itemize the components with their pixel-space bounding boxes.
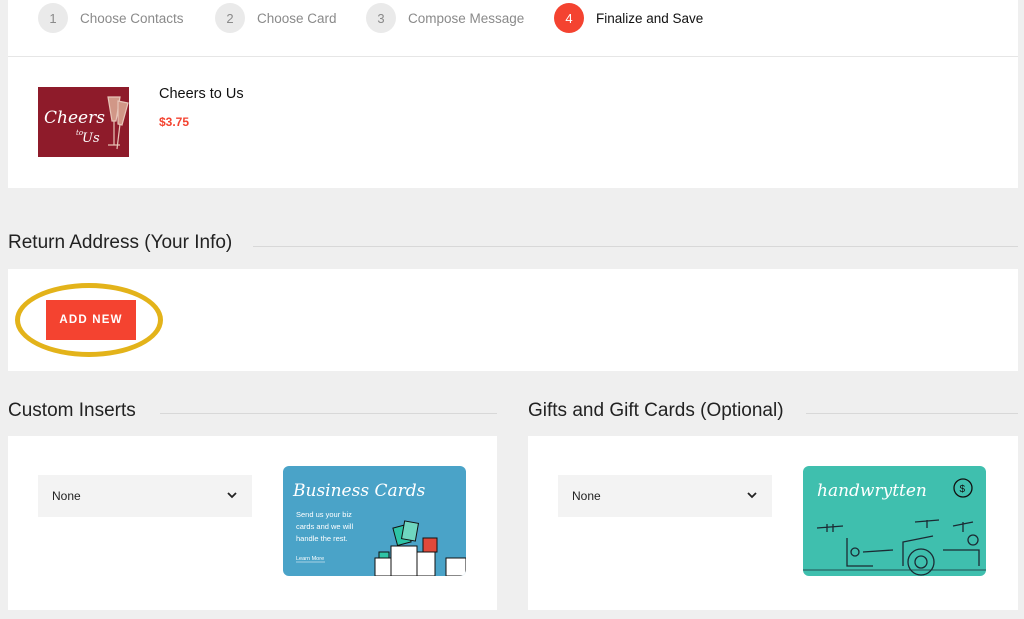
promo-title: Business Cards <box>292 481 426 501</box>
return-address-heading: Return Address (Your Info) <box>8 232 233 253</box>
step-number: 1 <box>38 3 68 33</box>
step-label: Choose Contacts <box>80 10 184 26</box>
gifts-heading: Gifts and Gift Cards (Optional) <box>528 400 784 421</box>
dollar-sign: $ <box>960 484 966 495</box>
section-divider <box>253 246 1018 247</box>
section-divider <box>806 413 1018 414</box>
highlight-annotation <box>15 283 163 357</box>
step-label: Choose Card <box>257 10 337 26</box>
select-value: None <box>572 489 601 503</box>
promo-body-line: cards and we will <box>296 522 353 531</box>
card-thumbnail: Cheers to Us <box>38 87 129 157</box>
step-number: 4 <box>554 3 584 33</box>
step-number: 3 <box>366 3 396 33</box>
order-summary-card: 1 Choose Contacts 2 Choose Card 3 Compos… <box>8 0 1018 188</box>
step-number: 2 <box>215 3 245 33</box>
promo-learn-more-link: Learn More <box>296 556 324 562</box>
step-label: Finalize and Save <box>596 10 704 26</box>
section-divider <box>160 413 497 414</box>
chevron-down-icon <box>747 492 757 499</box>
handwrytten-gift-card-promo[interactable]: handwrytten $ <box>803 466 986 576</box>
step-compose-message[interactable]: 3 Compose Message <box>366 3 524 33</box>
card-title: Cheers to Us <box>159 86 244 102</box>
select-value: None <box>52 489 81 503</box>
progress-steps: 1 Choose Contacts 2 Choose Card 3 Compos… <box>8 0 1018 57</box>
gift-card-brand: handwrytten <box>817 481 927 501</box>
thumb-script-end: Us <box>82 131 100 146</box>
thumb-script-text: Cheers <box>44 108 105 128</box>
chevron-down-icon <box>227 492 237 499</box>
gift-card-select[interactable]: None <box>558 475 772 517</box>
step-label: Compose Message <box>408 10 525 26</box>
step-choose-card[interactable]: 2 Choose Card <box>215 3 337 33</box>
step-finalize-and-save[interactable]: 4 Finalize and Save <box>554 3 703 33</box>
card-price: $3.75 <box>159 115 190 129</box>
promo-body-line: handle the rest. <box>296 534 348 543</box>
promo-body-line: Send us your biz <box>296 510 352 519</box>
custom-inserts-select[interactable]: None <box>38 475 252 517</box>
step-choose-contacts[interactable]: 1 Choose Contacts <box>38 3 184 33</box>
custom-inserts-heading: Custom Inserts <box>8 400 136 421</box>
business-cards-promo[interactable]: Business Cards Send us your biz cards an… <box>283 466 466 576</box>
